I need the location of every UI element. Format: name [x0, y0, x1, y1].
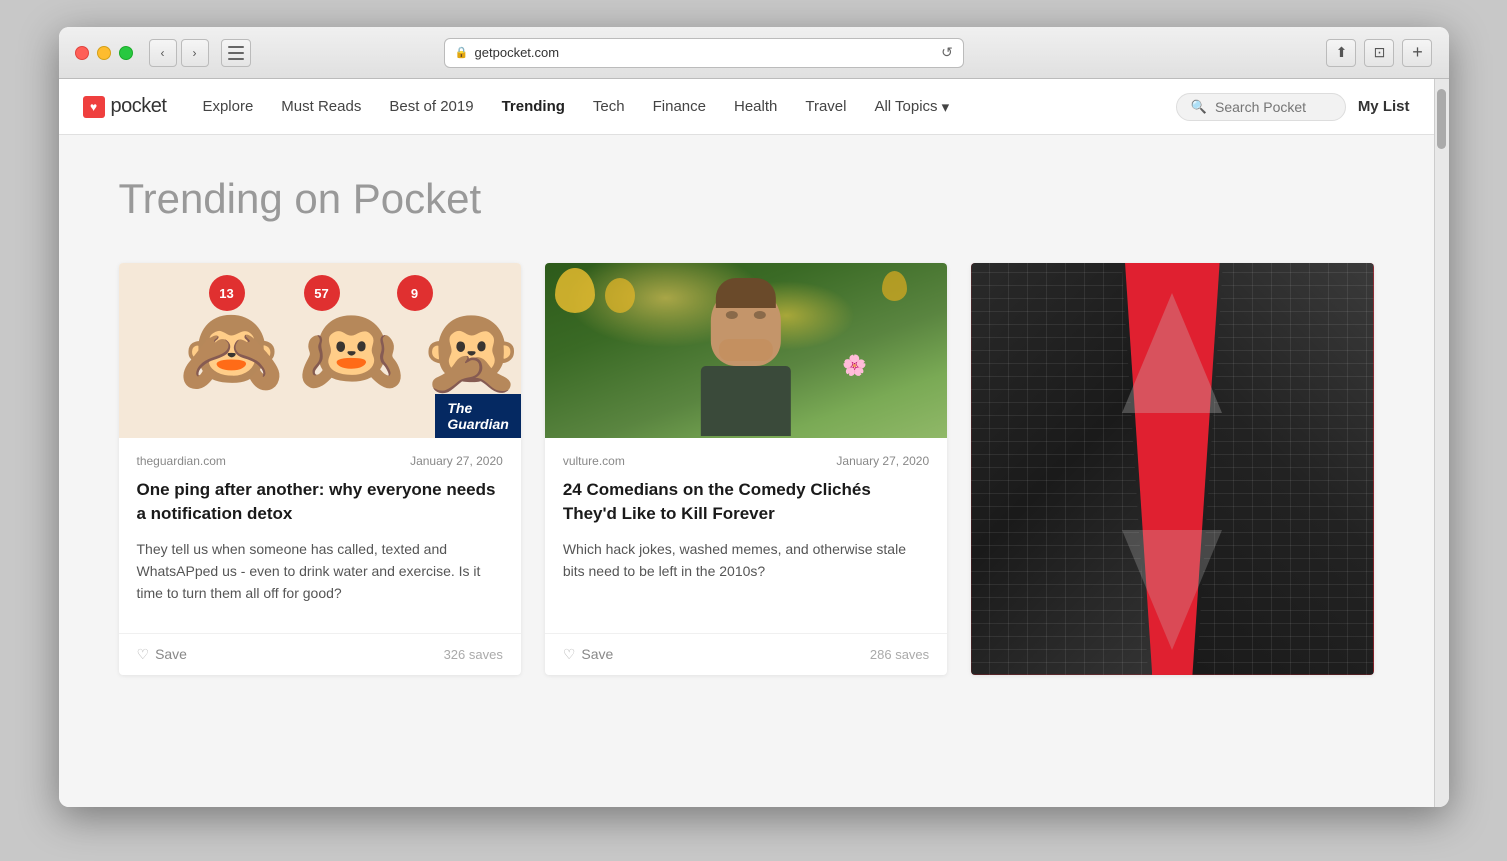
save-button-1[interactable]: ♡ Save	[137, 646, 187, 663]
card-image-1: 13 57 9 🙈 🙉 🙊 TheGuardian	[119, 263, 521, 438]
building-grid-right	[1196, 263, 1373, 675]
lock-icon: 🔒	[455, 46, 469, 59]
titlebar-right-buttons: ⬆ ⊡ +	[1326, 39, 1432, 67]
nav-tech[interactable]: Tech	[581, 92, 637, 121]
back-button[interactable]: ‹	[149, 39, 177, 67]
minimize-button[interactable]	[97, 46, 111, 60]
page: ♥ pocket Explore Must Reads Best of 2019…	[59, 79, 1434, 807]
card-source-2: vulture.com	[563, 454, 625, 468]
nav-right: 🔍 My List	[1176, 93, 1410, 121]
my-list-button[interactable]: My List	[1358, 98, 1410, 115]
article-card-3: hbr.org January 27, 2020 The Power of De…	[971, 263, 1373, 675]
logo-icon: ♥	[83, 96, 105, 118]
article-card: 13 57 9 🙈 🙉 🙊 TheGuardian theguardian.co…	[119, 263, 521, 675]
save-button-2[interactable]: ♡ Save	[563, 646, 613, 663]
save-icon-2: ♡	[563, 646, 576, 663]
save-label-1: Save	[155, 646, 187, 662]
chevron-down-icon: ▾	[942, 98, 950, 116]
page-heading: Trending on Pocket	[119, 175, 1374, 223]
main-content: Trending on Pocket 13 57 9 🙈 🙉 🙊 TheGuar…	[59, 135, 1434, 807]
card-excerpt-2: Which hack jokes, washed memes, and othe…	[563, 538, 929, 605]
navbar: ♥ pocket Explore Must Reads Best of 2019…	[59, 79, 1434, 135]
card-date-1: January 27, 2020	[410, 454, 503, 468]
card-image-2: 🌸	[545, 263, 947, 438]
nav-links: Explore Must Reads Best of 2019 Trending…	[190, 92, 1175, 122]
address-bar[interactable]: 🔒 getpocket.com ↺	[444, 38, 964, 68]
search-input[interactable]	[1215, 99, 1331, 115]
sidebar-toggle-button[interactable]	[221, 39, 251, 67]
card-date-2: January 27, 2020	[836, 454, 929, 468]
card-footer-1: ♡ Save 326 saves	[119, 633, 521, 675]
browser-nav: ‹ ›	[149, 39, 209, 67]
reload-button[interactable]: ↺	[941, 44, 953, 61]
titlebar: ‹ › 🔒 getpocket.com ↺ ⬆ ⊡ +	[59, 27, 1449, 79]
search-icon: 🔍	[1191, 99, 1207, 115]
traffic-lights	[75, 46, 133, 60]
card-excerpt-1: They tell us when someone has called, te…	[137, 538, 503, 605]
browser-window: ‹ › 🔒 getpocket.com ↺ ⬆ ⊡ + ♥ pocket	[59, 27, 1449, 807]
cards-grid: 13 57 9 🙈 🙉 🙊 TheGuardian theguardian.co…	[119, 263, 1374, 675]
card-meta-2: vulture.com January 27, 2020	[563, 454, 929, 468]
article-card-2: 🌸 vulture.com January 27, 2020 24 Comedi…	[545, 263, 947, 675]
new-tab-button[interactable]: +	[1402, 39, 1432, 67]
nav-must-reads[interactable]: Must Reads	[269, 92, 373, 121]
guardian-logo: TheGuardian	[435, 394, 520, 438]
nav-health[interactable]: Health	[722, 92, 789, 121]
search-box[interactable]: 🔍	[1176, 93, 1346, 121]
nav-finance[interactable]: Finance	[641, 92, 718, 121]
saves-count-1: 326 saves	[444, 647, 503, 662]
close-button[interactable]	[75, 46, 89, 60]
scrollbar-thumb[interactable]	[1437, 89, 1446, 149]
fullscreen-button[interactable]: ⊡	[1364, 39, 1394, 67]
all-topics-label: All Topics	[874, 98, 937, 115]
saves-count-2: 286 saves	[870, 647, 929, 662]
save-label-2: Save	[581, 646, 613, 662]
logo-text: pocket	[111, 95, 167, 118]
card-body-2: vulture.com January 27, 2020 24 Comedian…	[545, 438, 947, 621]
nav-explore[interactable]: Explore	[190, 92, 265, 121]
save-icon-1: ♡	[137, 646, 150, 663]
card-title-1: One ping after another: why everyone nee…	[137, 478, 503, 526]
logo[interactable]: ♥ pocket	[83, 95, 167, 118]
scrollbar-track	[1434, 79, 1449, 807]
forward-button[interactable]: ›	[181, 39, 209, 67]
card-body-1: theguardian.com January 27, 2020 One pin…	[119, 438, 521, 621]
card-title-2: 24 Comedians on the Comedy Clichés They'…	[563, 478, 929, 526]
nav-trending[interactable]: Trending	[490, 92, 577, 121]
nav-travel[interactable]: Travel	[793, 92, 858, 121]
nav-all-topics[interactable]: All Topics ▾	[862, 92, 961, 122]
url-text: getpocket.com	[475, 45, 560, 60]
maximize-button[interactable]	[119, 46, 133, 60]
share-button[interactable]: ⬆	[1326, 39, 1356, 67]
card-image-3	[971, 263, 1373, 675]
card-footer-2: ♡ Save 286 saves	[545, 633, 947, 675]
nav-best-2019[interactable]: Best of 2019	[377, 92, 485, 121]
card-source-1: theguardian.com	[137, 454, 226, 468]
content-area: ♥ pocket Explore Must Reads Best of 2019…	[59, 79, 1449, 807]
card-meta-1: theguardian.com January 27, 2020	[137, 454, 503, 468]
